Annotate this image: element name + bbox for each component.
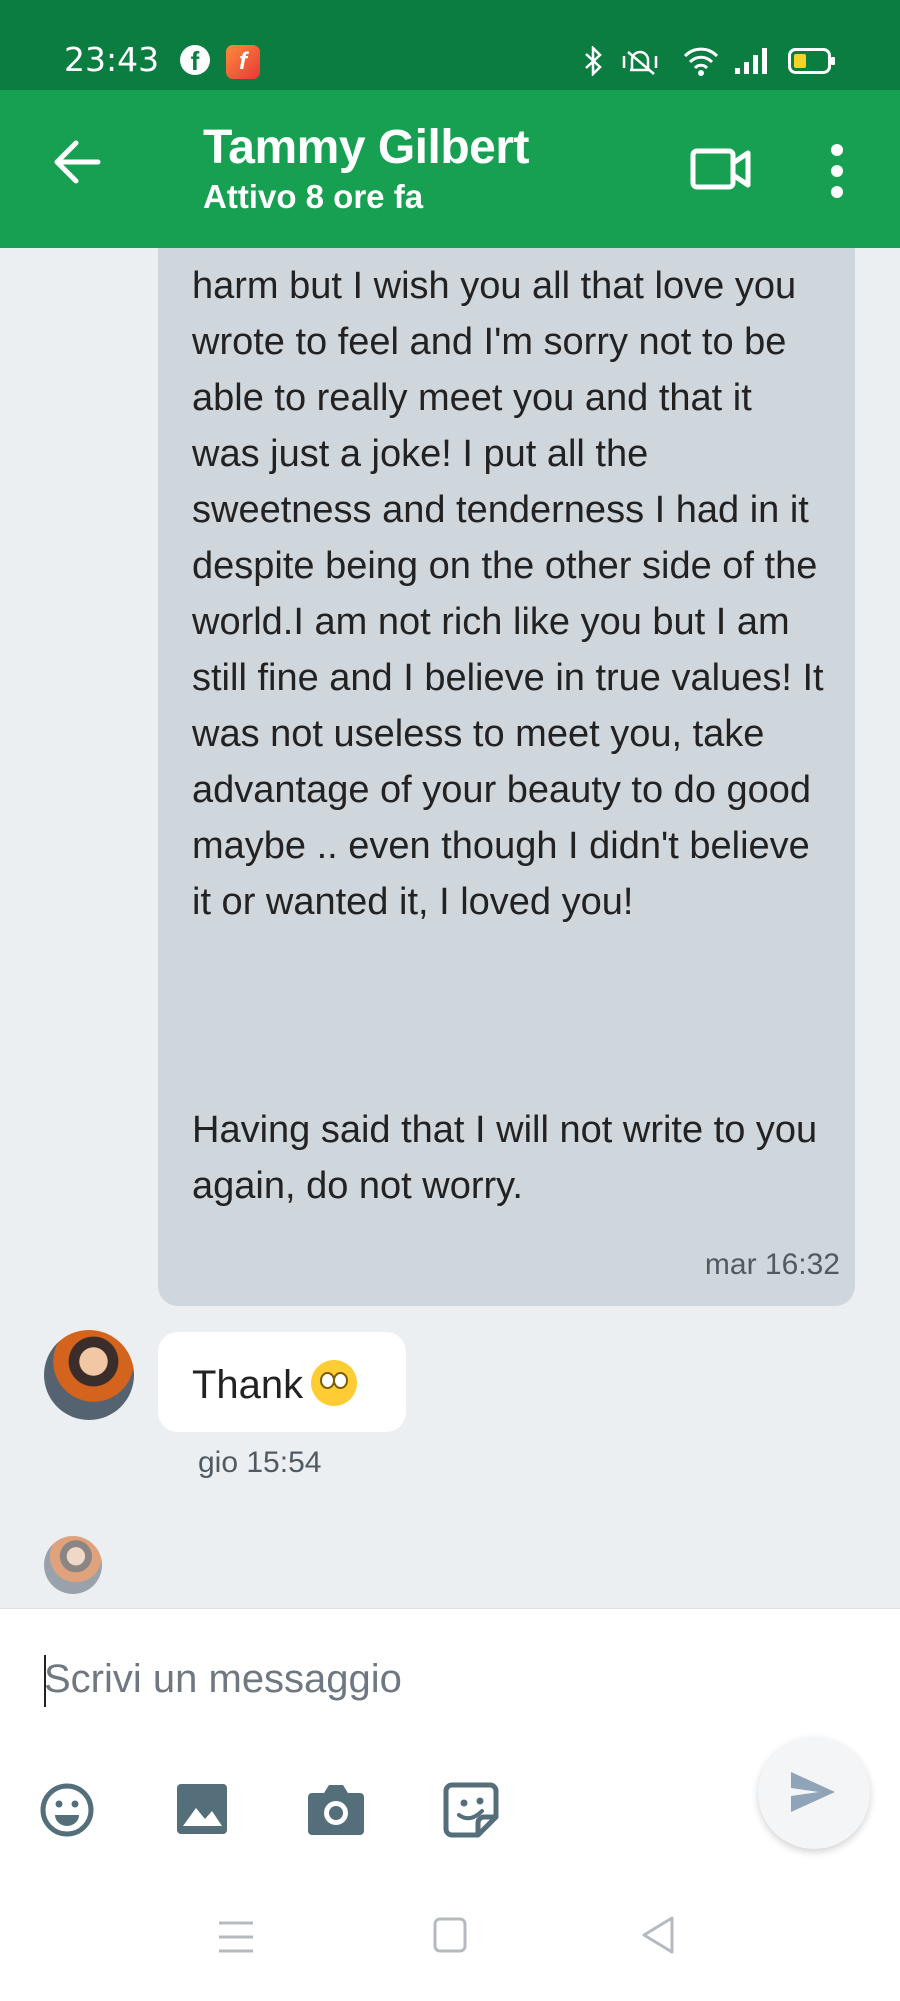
contact-status: Attivo 8 ore fa [203, 178, 424, 215]
silent-vibrate-icon [622, 50, 658, 75]
camera-icon[interactable] [306, 1781, 366, 1837]
emoji-icon[interactable] [38, 1781, 96, 1839]
message-text: harm but I wish you all that love you wr… [192, 265, 824, 923]
message-input[interactable] [44, 1649, 744, 1709]
status-bar: 23:43 f f [0, 0, 900, 90]
back-arrow-icon[interactable] [50, 135, 104, 189]
sticker-icon[interactable] [442, 1781, 500, 1839]
seen-avatar [44, 1536, 102, 1594]
recent-apps-icon[interactable] [216, 1918, 256, 1956]
home-icon[interactable] [432, 1916, 468, 1954]
flash-app-icon: f [226, 45, 260, 79]
contact-avatar[interactable] [44, 1330, 134, 1420]
back-nav-icon[interactable] [640, 1914, 676, 1956]
status-time: 23:43 [64, 40, 160, 79]
gallery-icon[interactable] [174, 1781, 230, 1837]
video-call-icon[interactable] [690, 145, 752, 193]
message-text: Having said that I will not write to you… [192, 1109, 818, 1207]
outgoing-message[interactable]: Having said that I will not write to you… [158, 1082, 855, 1234]
message-timestamp: gio 15:54 [198, 1446, 322, 1479]
message-text: Thank [192, 1363, 304, 1407]
signal-icon [735, 48, 767, 74]
wifi-icon [683, 47, 719, 76]
send-button[interactable] [758, 1737, 870, 1849]
message-list[interactable]: harm but I wish you all that love you wr… [0, 248, 900, 1608]
text-cursor [44, 1655, 46, 1707]
contact-name[interactable]: Tammy Gilbert [203, 120, 530, 175]
bluetooth-icon [585, 46, 602, 76]
message-timestamp: mar 16:32 [704, 1248, 840, 1281]
incoming-message[interactable]: Thank [158, 1332, 406, 1432]
eye-roll-emoji-icon [311, 1360, 358, 1406]
send-icon [791, 1772, 835, 1812]
chat-header: Tammy Gilbert Attivo 8 ore fa [0, 90, 900, 248]
message-composer [0, 1608, 900, 2001]
battery-icon [788, 48, 835, 74]
more-options-icon[interactable] [826, 140, 848, 202]
facebook-icon: f [180, 45, 210, 76]
